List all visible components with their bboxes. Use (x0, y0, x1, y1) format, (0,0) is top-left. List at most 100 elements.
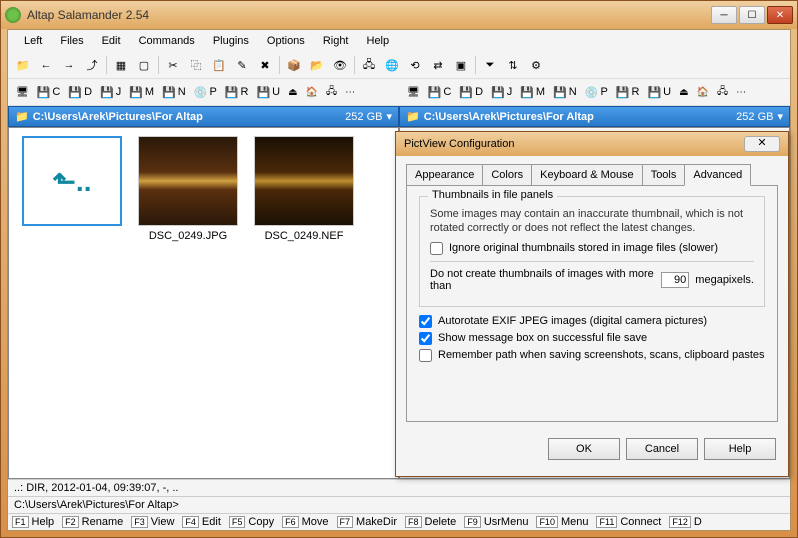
terminal-icon[interactable]: ▣ (450, 54, 472, 76)
tab-strip: Appearance Colors Keyboard & Mouse Tools… (406, 164, 778, 186)
autorotate-checkbox[interactable]: Autorotate EXIF JPEG images (digital cam… (419, 315, 765, 328)
net-drive-icon[interactable]: 🖧 (322, 81, 341, 103)
menu-options[interactable]: Options (259, 32, 313, 50)
drive-d[interactable]: 💾D (64, 81, 96, 103)
menu-left[interactable]: Left (16, 32, 50, 50)
tab-advanced[interactable]: Advanced (684, 164, 751, 186)
list-item[interactable]: DSC_0249.JPG (133, 136, 243, 242)
folder-icon[interactable]: 📁 (12, 54, 34, 76)
view-icon[interactable]: 👁 (329, 54, 351, 76)
fkey-f11[interactable]: F11Connect (596, 516, 667, 528)
tab-colors[interactable]: Colors (482, 164, 532, 185)
fkey-f12[interactable]: F12D (669, 516, 707, 528)
network-icon[interactable]: 🖧 (358, 54, 380, 76)
right-path-bar[interactable]: 📁 C:\Users\Arek\Pictures\For Altap 252 G… (399, 106, 790, 127)
eject-icon[interactable]: ⏏ (284, 81, 301, 103)
remember-path-checkbox[interactable]: Remember path when saving screenshots, s… (419, 349, 765, 362)
fkey-f5[interactable]: F5Copy (229, 516, 280, 528)
copy-icon[interactable]: ⿻ (185, 54, 207, 76)
drive-u-r[interactable]: 💾U (643, 81, 675, 103)
megapixel-input[interactable] (661, 272, 689, 288)
drive-p-r[interactable]: 💿P (581, 81, 612, 103)
fkey-f8[interactable]: F8Delete (405, 516, 462, 528)
fkey-f1[interactable]: F1Help (12, 516, 60, 528)
fkey-f9[interactable]: F9UsrMenu (464, 516, 534, 528)
filter-icon[interactable]: ⏷ (479, 54, 501, 76)
paste-icon[interactable]: 📋 (208, 54, 230, 76)
cut-icon[interactable]: ✂ (162, 54, 184, 76)
maximize-button[interactable]: ☐ (739, 6, 765, 24)
tab-keyboard-mouse[interactable]: Keyboard & Mouse (531, 164, 643, 185)
menu-plugins[interactable]: Plugins (205, 32, 257, 50)
fkey-f7[interactable]: F7MakeDir (337, 516, 403, 528)
eject-icon-r[interactable]: ⏏ (675, 81, 692, 103)
drive-c[interactable]: 💾C (33, 81, 65, 103)
fkey-f6[interactable]: F6Move (282, 516, 334, 528)
options-icon[interactable]: ⚙ (525, 54, 547, 76)
up-icon[interactable]: ⤴ (81, 54, 103, 76)
drive-right-root-icon[interactable]: 🖥 (403, 81, 424, 103)
forward-icon[interactable]: → (58, 54, 80, 76)
compress-icon[interactable]: 📦 (283, 54, 305, 76)
drive-left-root-icon[interactable]: 🖥 (12, 81, 33, 103)
back-icon[interactable]: ← (35, 54, 57, 76)
fkey-f4[interactable]: F4Edit (182, 516, 226, 528)
dialog-titlebar: PictView Configuration ✕ (396, 132, 788, 156)
menu-help[interactable]: Help (359, 32, 398, 50)
left-free-space: 252 GB (345, 111, 382, 123)
menu-right[interactable]: Right (315, 32, 357, 50)
app-icon (5, 7, 21, 23)
net-drive-icon-r[interactable]: 🖧 (713, 81, 732, 103)
drive-m[interactable]: 💾M (125, 81, 158, 103)
more-drive-icon-r[interactable]: ⋯ (732, 81, 750, 103)
menu-files[interactable]: Files (52, 32, 91, 50)
ignore-thumbnails-checkbox[interactable]: Ignore original thumbnails stored in ima… (430, 242, 754, 255)
left-panel[interactable]: ⬑.. DSC_0249.JPG DSC_0249.NEF (8, 127, 399, 479)
chevron-down-icon[interactable]: ▾ (386, 110, 392, 123)
drive-n-r[interactable]: 💾N (549, 81, 581, 103)
drive-r[interactable]: 💾R (221, 81, 253, 103)
drive-j-r[interactable]: 💾J (487, 81, 516, 103)
ftp-icon[interactable]: 🌐 (381, 54, 403, 76)
extract-icon[interactable]: 📂 (306, 54, 328, 76)
drive-p[interactable]: 💿P (190, 81, 221, 103)
menu-commands[interactable]: Commands (131, 32, 203, 50)
more-drive-icon[interactable]: ⋯ (341, 81, 359, 103)
close-button[interactable]: ✕ (767, 6, 793, 24)
ok-button[interactable]: OK (548, 438, 620, 460)
list-item[interactable]: ⬑.. (17, 136, 127, 230)
msgbox-checkbox[interactable]: Show message box on successful file save (419, 332, 765, 345)
help-button[interactable]: Help (704, 438, 776, 460)
sort-icon[interactable]: ⇅ (502, 54, 524, 76)
list-item[interactable]: DSC_0249.NEF (249, 136, 359, 242)
tab-tools[interactable]: Tools (642, 164, 686, 185)
drive-n[interactable]: 💾N (158, 81, 190, 103)
sync-icon[interactable]: ⟲ (404, 54, 426, 76)
fkey-f2[interactable]: F2Rename (62, 516, 129, 528)
chevron-down-icon[interactable]: ▾ (777, 110, 783, 123)
dialog-close-button[interactable]: ✕ (744, 136, 780, 152)
minimize-button[interactable]: ─ (711, 6, 737, 24)
drive-bar: 🖥 💾C 💾D 💾J 💾M 💾N 💿P 💾R 💾U ⏏ 🏠 🖧 ⋯ 🖥 💾C 💾… (8, 79, 790, 106)
drive-u[interactable]: 💾U (252, 81, 284, 103)
fkey-f3[interactable]: F3View (131, 516, 180, 528)
menu-edit[interactable]: Edit (94, 32, 129, 50)
cancel-button[interactable]: Cancel (626, 438, 698, 460)
drive-j[interactable]: 💾J (96, 81, 125, 103)
tab-appearance[interactable]: Appearance (406, 164, 483, 185)
home-icon[interactable]: 🏠 (302, 81, 322, 103)
drive-r-r[interactable]: 💾R (612, 81, 644, 103)
compare-icon[interactable]: ⇄ (427, 54, 449, 76)
fkey-f10[interactable]: F10Menu (536, 516, 594, 528)
deselect-icon[interactable]: ▢ (133, 54, 155, 76)
drive-d-r[interactable]: 💾D (455, 81, 487, 103)
home-icon-r[interactable]: 🏠 (693, 81, 713, 103)
rename-icon[interactable]: ✎ (231, 54, 253, 76)
select-icon[interactable]: ▦ (110, 54, 132, 76)
titlebar: Altap Salamander 2.54 ─ ☐ ✕ (1, 1, 797, 29)
command-line[interactable]: C:\Users\Arek\Pictures\For Altap> (8, 496, 790, 513)
drive-m-r[interactable]: 💾M (516, 81, 549, 103)
left-path-bar[interactable]: 📁 C:\Users\Arek\Pictures\For Altap 252 G… (8, 106, 399, 127)
delete-icon[interactable]: ✖ (254, 54, 276, 76)
drive-c-r[interactable]: 💾C (424, 81, 456, 103)
